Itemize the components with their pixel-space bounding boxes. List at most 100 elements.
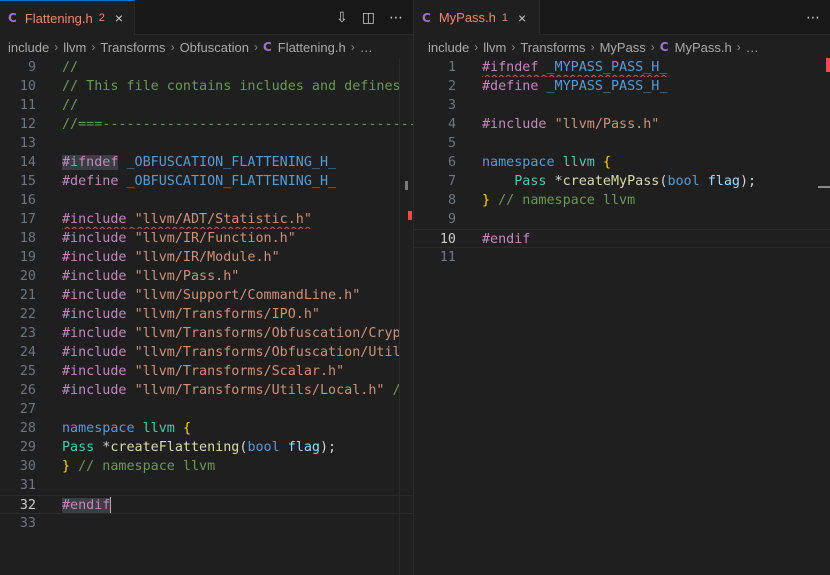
preprocessor-directive: #define: [62, 174, 119, 189]
paren: );: [320, 440, 337, 455]
code-line: 11: [414, 248, 830, 267]
breadcrumb-file[interactable]: MyPass.h: [675, 40, 732, 55]
close-icon[interactable]: ×: [518, 10, 526, 26]
problem-count-badge: 2: [98, 12, 105, 24]
breadcrumb-item[interactable]: Transforms: [100, 40, 165, 55]
comment: // namespace llvm: [78, 459, 216, 474]
code-line: 19 #include "llvm/IR/Module.h": [0, 248, 413, 267]
breadcrumb-more[interactable]: …: [746, 40, 759, 55]
c-file-icon: C: [659, 40, 669, 54]
breadcrumb-item[interactable]: Obfuscation: [180, 40, 249, 55]
code-line: 26 #include "llvm/Transforms/Utils/Local.…: [0, 381, 413, 400]
code-line: 31: [0, 476, 413, 495]
chevron-right-icon: ›: [170, 40, 175, 54]
code-line: 3: [414, 96, 830, 115]
chevron-right-icon: ›: [474, 40, 479, 54]
code-editor[interactable]: 1 #ifndef _MYPASS_PASS_H_ 2 #define _MYPAS…: [414, 58, 830, 575]
code-line: 29 Pass *createFlattening(bool flag);: [0, 438, 413, 457]
c-file-icon: C: [8, 11, 17, 25]
chevron-right-icon: ›: [350, 40, 355, 54]
tab-flattening-h[interactable]: C Flattening.h 2 ×: [0, 0, 135, 35]
namespace-name: llvm: [142, 421, 175, 436]
breadcrumb-item[interactable]: include: [8, 40, 49, 55]
line-number: 4: [447, 117, 456, 132]
more-actions-icon[interactable]: ⋯: [806, 10, 820, 26]
left-editor-group: C Flattening.h 2 × ⇩ ◫ ⋯ include › llvm …: [0, 0, 413, 575]
close-icon[interactable]: ×: [115, 10, 123, 26]
include-path: "llvm/Transforms/Utils/Local.h": [134, 383, 385, 398]
problem-count-badge: 1: [501, 11, 509, 24]
code-line: 6 namespace llvm {: [414, 153, 830, 172]
preprocessor-directive: #include: [62, 288, 127, 303]
code-line: 2 #define _MYPASS_PASS_H_: [414, 77, 830, 96]
code-editor[interactable]: 9 // 10 // This file contains includes and…: [0, 58, 413, 575]
code-line: 33: [0, 514, 413, 533]
tab-mypass-h[interactable]: C MyPass.h 1 ×: [414, 0, 540, 35]
preprocessor-directive: #include: [62, 307, 127, 322]
open-changes-icon[interactable]: ⇩: [336, 10, 348, 26]
tab-label: Flattening.h: [24, 10, 93, 26]
line-number: 11: [19, 98, 36, 113]
preprocessor-directive: #define: [482, 79, 539, 94]
comment: //: [62, 60, 79, 75]
breadcrumb-item[interactable]: Transforms: [520, 40, 585, 55]
error-marker: [826, 58, 830, 72]
chevron-right-icon: ›: [736, 40, 741, 54]
vertical-scrollbar[interactable]: [816, 58, 830, 575]
line-number: 9: [447, 212, 456, 227]
more-actions-icon[interactable]: ⋯: [389, 10, 403, 26]
code-line: 24 #include "llvm/Transforms/Obfuscation/…: [0, 343, 413, 362]
c-file-icon: C: [262, 40, 272, 54]
current-line: 32 #endif: [0, 495, 413, 514]
code-line: 28 namespace llvm {: [0, 419, 413, 438]
preprocessor-directive: #endif: [482, 232, 531, 247]
vertical-scrollbar[interactable]: [399, 58, 413, 575]
function-name: createFlattening: [110, 440, 240, 455]
code-line: 1 #ifndef _MYPASS_PASS_H_: [414, 58, 830, 77]
line-number: 10: [439, 232, 456, 247]
breadcrumb-file[interactable]: Flattening.h: [278, 40, 346, 55]
type-name: Pass: [514, 174, 547, 189]
tab-label: MyPass.h: [438, 10, 496, 25]
include-path: "llvm/Transforms/IPO.h": [134, 307, 320, 322]
breadcrumb-item[interactable]: llvm: [483, 40, 506, 55]
current-line: 10 #endif: [414, 229, 830, 248]
line-number: 3: [447, 98, 456, 113]
breadcrumb-item[interactable]: include: [428, 40, 469, 55]
code-line: 13: [0, 134, 413, 153]
preprocessor-directive: #include: [62, 383, 127, 398]
line-number: 12: [19, 117, 36, 132]
code-line: 18 #include "llvm/IR/Function.h": [0, 229, 413, 248]
pointer-star: *: [94, 440, 111, 455]
include-path: "llvm/Pass.h": [554, 117, 660, 132]
editor-actions: ⇩ ◫ ⋯: [336, 0, 403, 35]
line-number: 6: [447, 155, 456, 170]
line-number: 21: [19, 288, 36, 303]
brace: }: [482, 193, 491, 208]
macro-name: _OBFUSCATION_FLATTENING_H_: [126, 174, 337, 189]
line-number: 33: [19, 516, 36, 531]
split-editor-icon[interactable]: ◫: [362, 10, 375, 26]
code-line: 9: [414, 210, 830, 229]
chevron-right-icon: ›: [253, 40, 258, 54]
breadcrumb-item[interactable]: llvm: [63, 40, 86, 55]
line-number: 2: [447, 79, 456, 94]
brace: }: [62, 459, 71, 474]
include-path: "llvm/Pass.h": [134, 269, 240, 284]
chevron-right-icon: ›: [54, 40, 59, 54]
parameter-name: flag: [287, 440, 320, 455]
line-number: 15: [19, 174, 36, 189]
breadcrumb-item[interactable]: MyPass: [600, 40, 646, 55]
line-number: 17: [19, 212, 36, 227]
text-cursor: [110, 497, 112, 513]
keyword: bool: [667, 174, 700, 189]
code-line: 7 Pass *createMyPass(bool flag);: [414, 172, 830, 191]
line-number: 16: [19, 193, 36, 208]
breadcrumb-more[interactable]: …: [360, 40, 373, 55]
line-number: 18: [19, 231, 36, 246]
code-line: 9 //: [0, 58, 413, 77]
line-number: 23: [19, 326, 36, 341]
line-number: 20: [19, 269, 36, 284]
preprocessor-directive: #endif: [62, 498, 111, 513]
include-path: "llvm/ADT/Statistic.h": [134, 212, 312, 227]
